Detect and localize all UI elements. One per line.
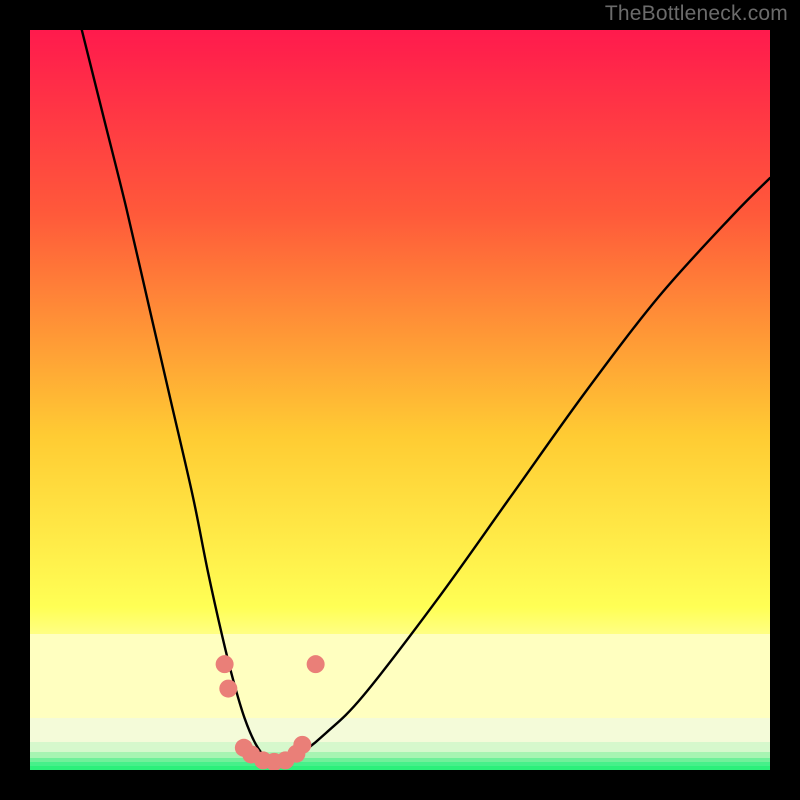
marker-dot [216,655,234,673]
marker-dot [293,736,311,754]
marker-dot [307,655,325,673]
marker-dot [219,680,237,698]
bottleneck-curve [82,30,770,763]
watermark-text: TheBottleneck.com [605,2,788,26]
chart-svg [30,30,770,770]
outer-frame: TheBottleneck.com [0,0,800,800]
plot-area [30,30,770,770]
